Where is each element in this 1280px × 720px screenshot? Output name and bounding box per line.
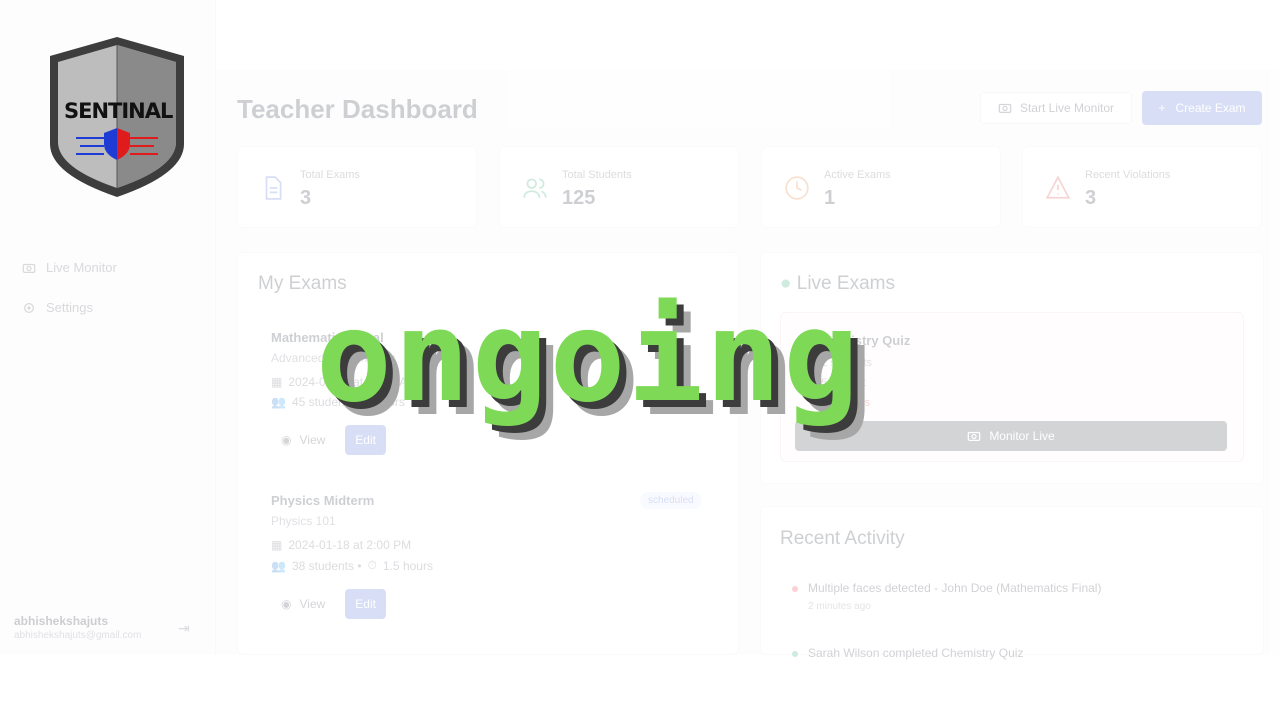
view-label: View xyxy=(299,597,326,611)
user-name: abhishekshajuts xyxy=(14,614,109,628)
warning-icon xyxy=(1045,175,1071,199)
stat-label: Total Exams xyxy=(300,169,360,181)
user-email: abhishekshajuts@gmail.com xyxy=(14,630,142,641)
exam-duration: 1.5 hours xyxy=(382,558,433,573)
calendar-icon: ▦ xyxy=(271,375,283,389)
sidebar-item-live-monitor[interactable]: Live Monitor xyxy=(22,260,117,275)
users-icon: 👥 xyxy=(271,395,286,409)
eye-icon: ◉ xyxy=(281,433,292,447)
recent-activity-title: Recent Activity xyxy=(780,528,905,549)
eye-icon: ◉ xyxy=(281,597,292,611)
view-button[interactable]: ◉ View xyxy=(271,597,335,611)
exam-title: Physics Midterm xyxy=(271,493,375,508)
activity-time: 2 minutes ago xyxy=(808,601,871,612)
activity-text: Multiple faces detected - John Doe (Math… xyxy=(808,581,1102,595)
alert-dot-icon xyxy=(792,585,798,592)
overlay-word: ongoing xyxy=(316,283,862,430)
screen: Live Monitor Settings abhishekshajuts ab… xyxy=(0,0,1280,720)
monitor-live-label: Monitor Live xyxy=(989,429,1055,443)
activity-item: Sarah Wilson completed Chemistry Quiz xyxy=(792,646,1023,660)
stat-value: 125 xyxy=(562,187,596,209)
activity-item: Multiple faces detected - John Doe (Math… xyxy=(792,581,1101,612)
camera-icon xyxy=(998,103,1012,113)
exam-item: Physics Midterm Physics 101 ▦ 2024-01-18 … xyxy=(271,493,433,619)
logout-icon[interactable]: ⇥ xyxy=(178,620,190,637)
stat-card-active-exams: Active Exams 1 xyxy=(761,146,1001,228)
stat-card-recent-violations: Recent Violations 3 xyxy=(1022,146,1262,228)
calendar-icon: ▦ xyxy=(271,538,283,552)
status-overlay: ongoing ongoing ongoing xyxy=(312,276,992,444)
stat-value: 3 xyxy=(1085,187,1097,209)
create-exam-button[interactable]: + Create Exam xyxy=(1142,91,1262,125)
activity-text: Sarah Wilson completed Chemistry Quiz xyxy=(808,646,1024,660)
exam-date: 2024-01-18 at 2:00 PM xyxy=(288,538,412,552)
start-live-monitor-button[interactable]: Start Live Monitor xyxy=(980,92,1132,124)
exam-subject: Physics 101 xyxy=(271,514,336,528)
user-info: abhishekshajuts abhishekshajuts@gmail.co… xyxy=(14,614,141,641)
create-exam-label: Create Exam xyxy=(1175,101,1246,115)
stat-label: Active Exams xyxy=(824,169,891,181)
camera-icon xyxy=(22,263,36,273)
stat-card-total-students: Total Students 125 xyxy=(499,146,739,228)
users-icon: 👥 xyxy=(271,558,286,573)
stat-value: 1 xyxy=(824,187,836,209)
success-dot-icon xyxy=(792,650,798,657)
stat-label: Total Students xyxy=(562,169,632,181)
timer-icon: ⏱ xyxy=(367,558,377,572)
stat-card-total-exams: Total Exams 3 xyxy=(237,146,477,228)
exam-count: 38 students • xyxy=(291,558,362,573)
gear-icon xyxy=(24,302,34,313)
start-live-monitor-label: Start Live Monitor xyxy=(1019,101,1115,115)
edit-button[interactable]: Edit xyxy=(345,589,386,619)
logo-text: SENTINAL xyxy=(64,99,173,123)
sidebar-item-label: Live Monitor xyxy=(46,260,117,275)
sidebar-item-settings[interactable]: Settings xyxy=(22,300,93,315)
page-title: Teacher Dashboard xyxy=(237,94,478,124)
status-badge: scheduled xyxy=(640,492,702,509)
document-icon xyxy=(265,176,282,200)
plus-icon: + xyxy=(1158,101,1166,115)
sidebar-item-label: Settings xyxy=(46,300,93,315)
clock-icon xyxy=(785,176,809,200)
stat-label: Recent Violations xyxy=(1085,169,1171,181)
stat-value: 3 xyxy=(300,187,312,209)
users-icon xyxy=(523,178,547,198)
